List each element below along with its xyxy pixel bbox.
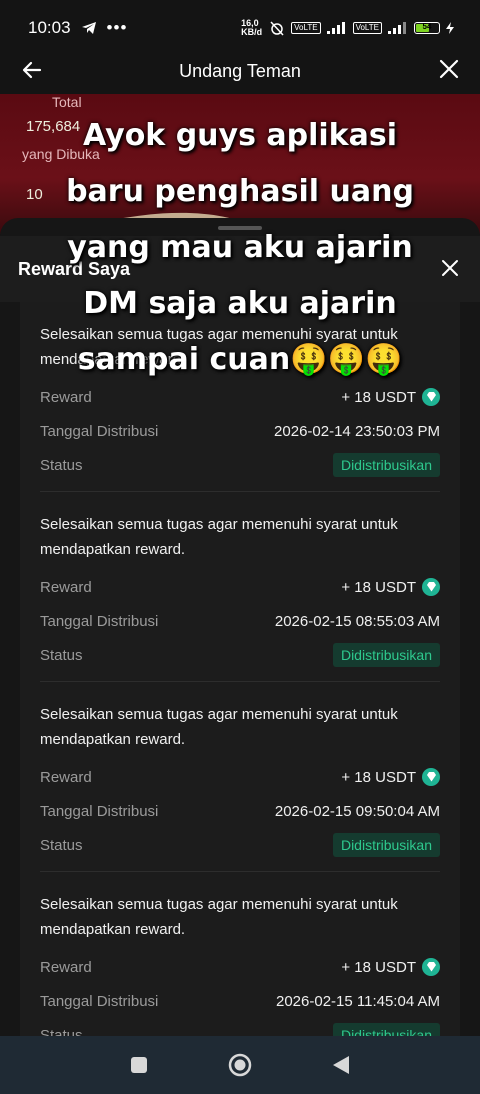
usdt-icon	[422, 768, 440, 786]
date-label: Tanggal Distribusi	[40, 422, 159, 440]
volte-icon: VoLTE	[291, 22, 321, 34]
charging-icon	[446, 22, 454, 34]
reward-value: + 18 USDT	[341, 388, 416, 406]
opened-label: yang Dibuka	[22, 146, 100, 162]
alarm-off-icon	[270, 21, 284, 36]
app-bar: Undang Teman	[0, 48, 480, 94]
sheet-drag-handle[interactable]	[218, 226, 262, 230]
reward-label: Reward	[40, 958, 92, 976]
reward-description: Selesaikan semua tugas agar memenuhi sya…	[40, 326, 398, 368]
reward-description: Selesaikan semua tugas agar memenuhi sya…	[40, 706, 398, 748]
partial-value: 10	[26, 186, 43, 203]
reward-description: Selesaikan semua tugas agar memenuhi sya…	[40, 516, 398, 558]
battery-level: 54	[422, 22, 432, 31]
home-icon[interactable]	[227, 1052, 253, 1078]
more-notifications-icon: •••	[106, 18, 128, 37]
status-label: Status	[40, 456, 83, 474]
signal-icon	[326, 22, 345, 34]
date-label: Tanggal Distribusi	[40, 612, 159, 630]
page-title: Undang Teman	[179, 60, 301, 81]
reward-item: Selesaikan semua tugas agar memenuhi sya…	[40, 302, 440, 492]
signal-icon-2	[388, 22, 406, 34]
reward-bottom-sheet: Reward Saya Selesaikan semua tugas agar …	[0, 218, 480, 1048]
clock: 10:03	[28, 18, 71, 37]
status-badge: Didistribusikan	[332, 453, 440, 477]
net-speed: 16,0 KB/d	[241, 18, 263, 37]
usdt-icon	[422, 388, 440, 406]
back-triangle-icon[interactable]	[331, 1054, 351, 1076]
usdt-icon	[422, 578, 440, 596]
status-label: Status	[40, 836, 83, 854]
total-value: 175,684	[26, 118, 81, 135]
date-label: Tanggal Distribusi	[40, 802, 159, 820]
close-icon[interactable]	[438, 58, 460, 80]
reward-description: Selesaikan semua tugas agar memenuhi sya…	[40, 896, 398, 938]
total-label: Total	[52, 94, 82, 110]
date-value: 2026-02-15 08:55:03 AM	[274, 612, 440, 630]
reward-value: + 18 USDT	[341, 578, 416, 596]
date-label: Tanggal Distribusi	[40, 992, 159, 1010]
sheet-header: Reward Saya	[0, 236, 480, 302]
reward-label: Reward	[40, 578, 92, 596]
sheet-title: Reward Saya	[18, 258, 131, 279]
system-nav-bar	[0, 1036, 480, 1094]
reward-value: + 18 USDT	[341, 768, 416, 786]
status-badge: Didistribusikan	[332, 643, 440, 667]
reward-label: Reward	[40, 768, 92, 786]
reward-label: Reward	[40, 388, 92, 406]
reward-value: + 18 USDT	[341, 958, 416, 976]
invite-hero-banner: Total 175,684 yang Dibuka 10	[0, 94, 480, 234]
reward-item: Selesaikan semua tugas agar memenuhi sya…	[40, 492, 440, 682]
date-value: 2026-02-15 09:50:04 AM	[274, 802, 440, 820]
date-value: 2026-02-14 23:50:03 PM	[274, 422, 440, 440]
telegram-icon	[81, 22, 96, 34]
reward-list[interactable]: Selesaikan semua tugas agar memenuhi sya…	[20, 302, 460, 1048]
recents-icon[interactable]	[129, 1055, 149, 1075]
volte-icon-2: VoLTE	[352, 22, 382, 34]
status-label: Status	[40, 646, 83, 664]
sheet-close-icon[interactable]	[440, 258, 460, 278]
reward-item: Selesaikan semua tugas agar memenuhi sya…	[40, 872, 440, 1048]
battery-icon: 54	[414, 22, 440, 34]
date-value: 2026-02-15 11:45:04 AM	[275, 992, 440, 1010]
usdt-icon	[422, 958, 440, 976]
status-badge: Didistribusikan	[332, 833, 440, 857]
back-arrow-icon[interactable]	[20, 58, 44, 82]
reward-item: Selesaikan semua tugas agar memenuhi sya…	[40, 682, 440, 872]
